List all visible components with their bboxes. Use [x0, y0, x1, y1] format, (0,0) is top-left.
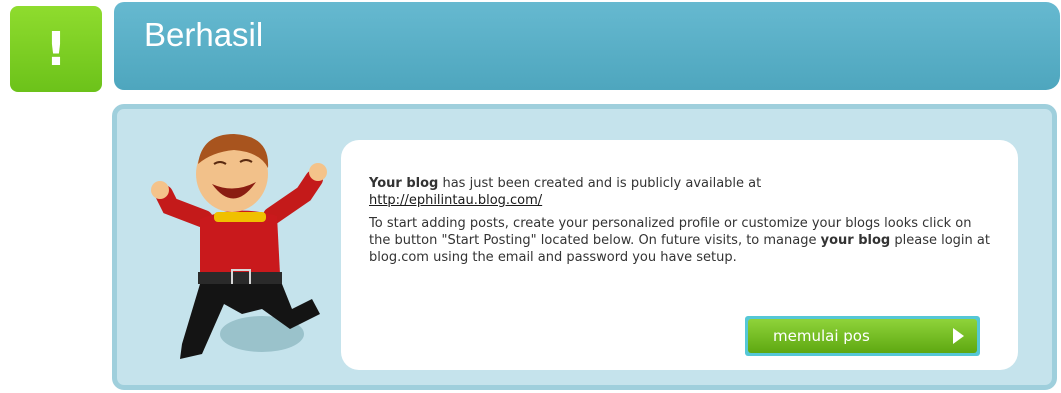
header-bar: Berhasil	[114, 2, 1060, 90]
alert-glyph: !	[45, 22, 67, 76]
message-paragraph-1: Your blog has just been created and is p…	[369, 175, 990, 209]
message-p2-bold: your blog	[820, 233, 891, 248]
mascot-belt	[198, 272, 282, 284]
mascot-right-arm	[263, 170, 323, 225]
mascot-left-arm	[155, 185, 213, 228]
start-posting-button-face[interactable]: memulai pos	[748, 319, 977, 353]
message-blog-bold: Your blog	[369, 176, 439, 191]
mascot-illustration	[151, 134, 327, 359]
message-paragraph-2: To start adding posts, create your perso…	[369, 215, 990, 266]
start-posting-button[interactable]: memulai pos	[745, 316, 980, 356]
start-posting-label: memulai pos	[773, 327, 870, 345]
mascot-collar	[214, 212, 266, 222]
play-icon	[953, 328, 964, 344]
alert-exclamation-icon: !	[10, 6, 102, 92]
blog-url-link[interactable]: http://ephilintau.blog.com/	[369, 193, 542, 208]
page-title: Berhasil	[144, 16, 264, 53]
mascot-right-hand	[309, 163, 327, 181]
mascot-left-hand	[151, 181, 169, 199]
message-p1-text: has just been created and is publicly av…	[438, 176, 762, 191]
